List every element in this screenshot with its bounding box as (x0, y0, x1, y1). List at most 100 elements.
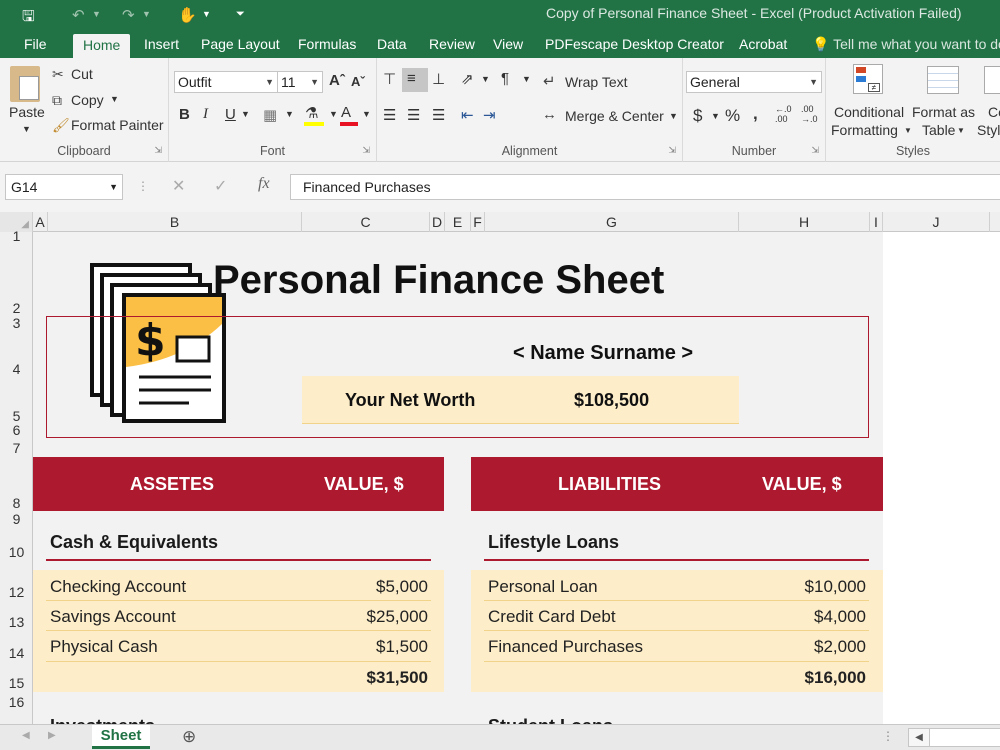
currency-icon[interactable]: $ (693, 106, 702, 126)
row-header[interactable]: 7 (0, 440, 33, 456)
borders-icon[interactable]: ▦ (263, 106, 277, 124)
merge-dropdown-icon[interactable]: ▼ (669, 111, 678, 121)
font-name-select[interactable]: Outfit ▼ (174, 71, 278, 93)
underline-button[interactable]: U (225, 106, 236, 123)
wrap-text-button[interactable]: Wrap Text (565, 74, 628, 90)
currency-dropdown-icon[interactable]: ▼ (711, 111, 720, 121)
tab-view[interactable]: View (493, 32, 523, 58)
increase-indent-icon[interactable]: ⇥ (483, 106, 496, 124)
percent-icon[interactable]: % (725, 106, 740, 126)
column-header[interactable]: H (739, 212, 870, 232)
row-header[interactable]: 2 (0, 300, 33, 316)
undo-icon[interactable]: ↶ (72, 6, 85, 24)
conditional-dropdown-icon[interactable]: ▼ (904, 126, 912, 135)
conditional-formatting-button[interactable]: Conditional (834, 104, 904, 120)
column-header[interactable]: I (870, 212, 883, 232)
rtl-icon[interactable]: ¶ (501, 70, 509, 87)
touch-dropdown-icon[interactable]: ▼ (202, 9, 211, 19)
fill-color-icon[interactable]: ⚗ (305, 104, 318, 122)
column-header[interactable]: F (471, 212, 485, 232)
column-header[interactable]: E (445, 212, 471, 232)
column-header[interactable]: D (430, 212, 445, 232)
copy-button[interactable]: Copy (71, 92, 104, 108)
row-header[interactable]: 14 (0, 645, 33, 661)
save-icon[interactable]: 🖫 (22, 6, 35, 31)
align-center-icon[interactable]: ☰ (407, 106, 420, 124)
scroll-right-icon[interactable]: ▶ (48, 730, 56, 741)
increase-font-icon[interactable]: Aˆ (329, 72, 345, 89)
add-sheet-icon[interactable]: ⊕ (182, 727, 196, 747)
redo-icon[interactable]: ↷ (122, 6, 135, 24)
tab-page-layout[interactable]: Page Layout (201, 32, 280, 58)
horizontal-scrollbar[interactable] (930, 728, 1000, 747)
decrease-decimal-icon[interactable]: .00 →.0 (801, 104, 818, 124)
format-table-dropdown-icon[interactable]: ▼ (957, 126, 965, 135)
row-header[interactable]: 6 (0, 422, 33, 438)
sheet-tab[interactable]: Sheet (92, 725, 150, 749)
align-left-icon[interactable]: ☰ (383, 106, 396, 124)
tab-split-icon[interactable]: ⋮ (882, 729, 894, 743)
row-header[interactable]: 15 (0, 675, 33, 691)
copy-dropdown-icon[interactable]: ▼ (110, 94, 119, 104)
tell-me-box[interactable]: 💡 Tell me what you want to do (812, 36, 1000, 53)
clipboard-launcher-icon[interactable]: ⇲ (154, 145, 162, 156)
align-right-icon[interactable]: ☰ (432, 106, 445, 124)
column-header[interactable]: G (485, 212, 739, 232)
format-painter-button[interactable]: Format Painter (71, 117, 164, 133)
underline-dropdown-icon[interactable]: ▼ (241, 109, 250, 119)
font-size-select[interactable]: 11 ▼ (277, 71, 323, 93)
paste-button[interactable]: Paste (9, 104, 45, 120)
orientation-dropdown-icon[interactable]: ▼ (481, 74, 490, 84)
column-header[interactable]: C (302, 212, 430, 232)
touch-mode-icon[interactable]: ✋ (178, 6, 197, 24)
customize-toolbar-icon[interactable]: ⏷ (236, 8, 245, 21)
sheet-grid[interactable]: $ Personal Finance Sheet < Name Surname … (33, 232, 883, 724)
row-header[interactable]: 12 (0, 584, 33, 600)
merge-center-button[interactable]: Merge & Center (565, 108, 664, 124)
insert-function-icon[interactable]: fx (258, 175, 270, 193)
number-launcher-icon[interactable]: ⇲ (811, 145, 819, 156)
undo-dropdown-icon[interactable]: ▼ (92, 9, 101, 19)
row-header[interactable]: 16 (0, 694, 33, 710)
tab-acrobat[interactable]: Acrobat (739, 32, 787, 58)
column-header[interactable]: J (883, 212, 990, 232)
format-as-table-button[interactable]: Format as (912, 104, 975, 120)
cell-styles-button[interactable]: Ce (988, 104, 1000, 120)
bold-button[interactable]: B (179, 106, 190, 123)
name-box[interactable]: G14 ▼ (5, 174, 123, 200)
italic-button[interactable]: I (203, 106, 208, 123)
decrease-indent-icon[interactable]: ⇤ (461, 106, 474, 124)
column-header[interactable]: B (48, 212, 302, 232)
increase-decimal-icon[interactable]: ←.0.00 (775, 104, 792, 124)
font-color-dropdown-icon[interactable]: ▼ (362, 109, 371, 119)
enter-icon[interactable]: ✓ (214, 176, 227, 196)
rtl-dropdown-icon[interactable]: ▼ (522, 74, 531, 84)
tab-file[interactable]: File (24, 32, 47, 58)
row-header[interactable]: 3 (0, 315, 33, 331)
orientation-icon[interactable]: ⇗ (461, 70, 474, 88)
cut-button[interactable]: Cut (71, 66, 93, 82)
row-header[interactable]: 10 (0, 544, 33, 560)
tab-home[interactable]: Home (73, 34, 131, 58)
row-header[interactable]: 8 (0, 495, 33, 511)
font-color-icon[interactable]: A (341, 104, 351, 121)
empty-cells[interactable] (883, 232, 1000, 724)
fill-dropdown-icon[interactable]: ▼ (329, 109, 338, 119)
cancel-icon[interactable]: ✕ (172, 176, 185, 196)
row-header[interactable]: 1 (0, 228, 33, 244)
font-launcher-icon[interactable]: ⇲ (362, 145, 370, 156)
paste-dropdown-icon[interactable]: ▼ (22, 124, 31, 134)
row-header[interactable]: 13 (0, 614, 33, 630)
row-header[interactable]: 4 (0, 361, 33, 377)
borders-dropdown-icon[interactable]: ▼ (285, 109, 294, 119)
tab-data[interactable]: Data (377, 32, 407, 58)
tab-review[interactable]: Review (429, 32, 475, 58)
row-header[interactable]: 9 (0, 511, 33, 527)
decrease-font-icon[interactable]: Aˇ (351, 74, 365, 89)
tab-insert[interactable]: Insert (144, 32, 179, 58)
tab-formulas[interactable]: Formulas (298, 32, 356, 58)
hscroll-left-button[interactable]: ◀ (908, 728, 930, 747)
align-middle-icon[interactable]: ≡ (407, 70, 416, 87)
alignment-launcher-icon[interactable]: ⇲ (668, 145, 676, 156)
scroll-left-icon[interactable]: ◀ (22, 730, 30, 741)
